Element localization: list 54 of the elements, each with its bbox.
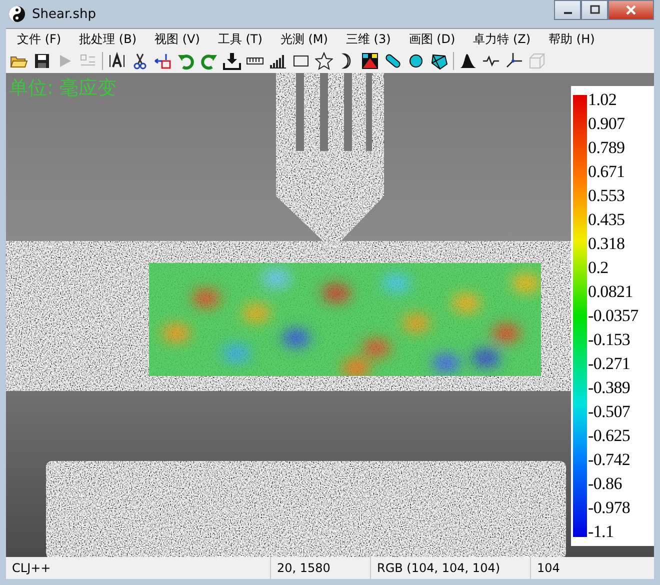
status-field: 104	[531, 557, 654, 579]
legend-value: 0.318	[588, 235, 626, 253]
legend-value: -0.271	[588, 355, 632, 373]
menu-item[interactable]: 画图 (D)	[400, 30, 464, 48]
menu-item[interactable]: 文件 (F)	[8, 30, 70, 48]
legend-value: -0.978	[588, 499, 632, 517]
legend-value: -0.86	[588, 475, 623, 493]
star-icon[interactable]	[315, 52, 333, 70]
legend-value: -0.625	[588, 427, 632, 445]
legend-value: -0.0357	[588, 307, 638, 325]
menu-item[interactable]: 批处理 (B)	[70, 30, 146, 48]
color-map-icon[interactable]	[361, 52, 379, 70]
maximize-button[interactable]	[581, 0, 608, 20]
scissors-icon[interactable]	[131, 52, 149, 70]
menu-item[interactable]: 光测 (M)	[271, 30, 337, 48]
legend-value: 0.553	[588, 187, 626, 205]
status-field: RGB (104, 104, 104)	[371, 557, 531, 579]
peak-icon[interactable]	[459, 52, 477, 70]
legend-value: 0.907	[588, 115, 626, 133]
close-icon	[625, 4, 637, 16]
legend-value: -0.507	[588, 403, 632, 421]
legend-value: 0.0821	[588, 283, 634, 301]
legend-value: -1.1	[588, 523, 615, 541]
menu-item[interactable]: 视图 (V)	[146, 30, 209, 48]
menu-item[interactable]: 帮助 (H)	[540, 30, 604, 48]
axes-icon[interactable]	[505, 52, 523, 70]
menu-item[interactable]: 卓力特 (Z)	[464, 30, 540, 48]
move-arrow-icon[interactable]	[154, 52, 172, 70]
legend-value: 0.435	[588, 211, 626, 229]
app-logo-icon	[8, 5, 26, 23]
legend-value: 0.789	[588, 139, 626, 157]
undo-icon[interactable]	[177, 52, 195, 70]
text-icon[interactable]	[108, 52, 126, 70]
unit-label: 单位: 毫应变	[9, 76, 116, 101]
download-icon[interactable]	[223, 52, 241, 70]
legend-value: -0.742	[588, 451, 632, 469]
circle-icon[interactable]	[407, 52, 425, 70]
legend-value: 1.02	[588, 91, 618, 109]
close-button[interactable]	[608, 0, 654, 20]
maximize-icon	[590, 5, 600, 15]
legend-value: -0.153	[588, 331, 632, 349]
menu-item[interactable]: 三维 (3)	[336, 30, 400, 48]
minimize-icon	[564, 12, 572, 14]
polygon-icon[interactable]	[430, 52, 448, 70]
legend-value: 0.671	[588, 163, 626, 181]
redo-icon[interactable]	[200, 52, 218, 70]
window-title: Shear.shp	[32, 6, 96, 22]
menu-item[interactable]: 工具 (T)	[208, 30, 272, 48]
status-field: CLJ++	[6, 557, 271, 579]
legend-value: 0.2	[588, 259, 610, 277]
status-field: 20, 1580	[271, 557, 371, 579]
bar-chart-icon[interactable]	[269, 52, 287, 70]
legend-value: -0.389	[588, 379, 632, 397]
minimize-button[interactable]	[554, 0, 581, 20]
